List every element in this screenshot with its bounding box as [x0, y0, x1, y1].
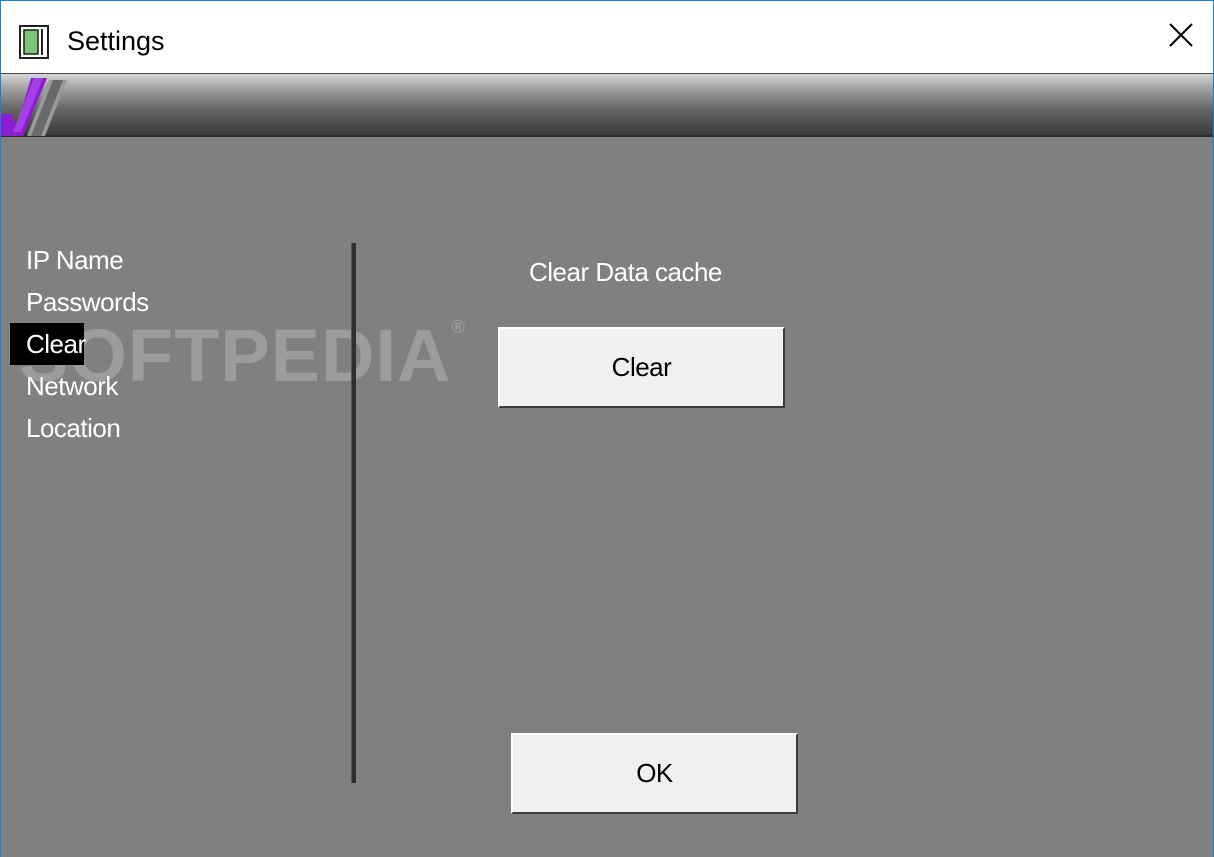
- sidebar-item-passwords[interactable]: Passwords: [1, 281, 346, 323]
- settings-window: Settings SOFTPEDIA® IP Name Passwords Cl…: [0, 0, 1214, 857]
- sidebar-item-ip-name[interactable]: IP Name: [1, 239, 346, 281]
- settings-sidebar: IP Name Passwords Clear Network Location: [1, 239, 346, 449]
- close-icon: [1168, 22, 1194, 53]
- clear-cache-button[interactable]: Clear: [498, 327, 785, 408]
- section-label: Clear Data cache: [529, 257, 722, 287]
- ok-button[interactable]: OK: [511, 733, 798, 814]
- clear-button-label: Clear: [611, 352, 672, 382]
- sidebar-item-clear[interactable]: Clear: [10, 323, 86, 365]
- app-icon: [19, 25, 49, 59]
- title-bar: Settings: [1, 1, 1213, 73]
- window-title: Settings: [67, 26, 165, 56]
- ok-button-label: OK: [636, 758, 673, 788]
- header-banner: [1, 73, 1213, 137]
- checkmark-logo-icon: [1, 74, 71, 138]
- close-button[interactable]: [1149, 1, 1213, 73]
- sidebar-item-network[interactable]: Network: [1, 365, 346, 407]
- sidebar-item-location[interactable]: Location: [1, 407, 346, 449]
- vertical-divider: [351, 243, 356, 783]
- settings-content: SOFTPEDIA® IP Name Passwords Clear Netwo…: [1, 137, 1213, 857]
